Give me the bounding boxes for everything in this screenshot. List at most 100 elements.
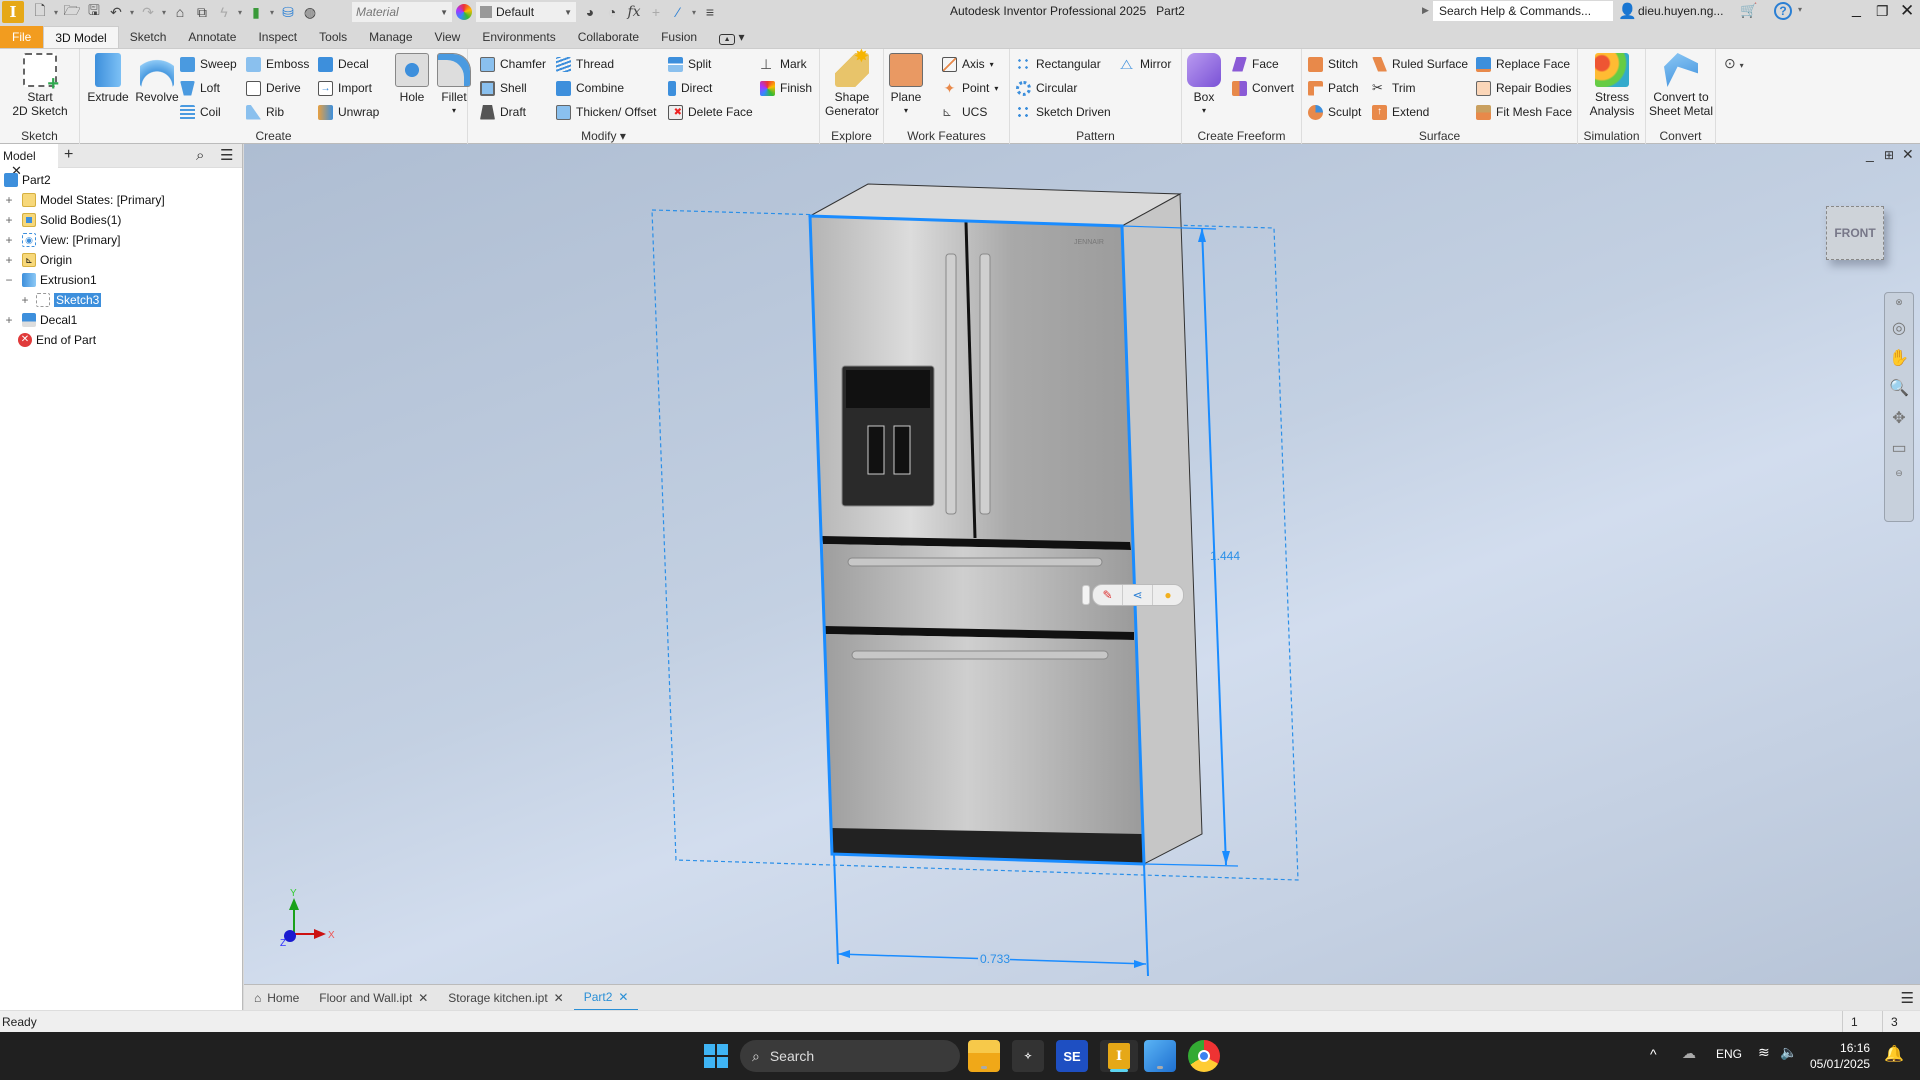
expand-icon[interactable]: +	[20, 293, 30, 307]
tab-tools[interactable]: Tools	[308, 26, 358, 48]
language-indicator[interactable]: ENG	[1716, 1047, 1742, 1061]
material-sphere-icon[interactable]: ◍	[300, 2, 320, 22]
ilogic-icon[interactable]: ⛁	[278, 2, 298, 22]
expand-icon[interactable]: +	[4, 253, 14, 267]
box-button[interactable]: Box ▾	[1186, 53, 1222, 118]
convert-sheet-metal-button[interactable]: Convert to Sheet Metal	[1648, 53, 1714, 118]
add-browser-tab-icon[interactable]: +	[64, 146, 73, 164]
rectangular-pattern-button[interactable]: Rectangular	[1016, 55, 1101, 73]
redo-icon[interactable]: ↷	[138, 2, 158, 22]
tab-collaborate[interactable]: Collaborate	[567, 26, 650, 48]
wifi-icon[interactable]: ≋	[1758, 1044, 1770, 1061]
help-dropdown-icon[interactable]: ▾	[1798, 5, 1802, 14]
finish-button[interactable]: Finish	[760, 79, 812, 97]
rib-button[interactable]: Rib	[246, 103, 284, 121]
tab-manage[interactable]: Manage	[358, 26, 423, 48]
loft-button[interactable]: Loft	[180, 79, 220, 97]
freeform-face-button[interactable]: Face	[1232, 55, 1279, 73]
edit-sketch-icon[interactable]: ✎	[1093, 585, 1123, 605]
tree-item-decal1[interactable]: + Decal1	[4, 310, 77, 330]
chrome-icon[interactable]	[1188, 1040, 1220, 1072]
sweep-button[interactable]: Sweep	[180, 55, 237, 73]
solid-edge-icon[interactable]: SE	[1056, 1040, 1088, 1072]
circular-pattern-button[interactable]: Circular	[1016, 79, 1077, 97]
plus-icon[interactable]: +	[646, 2, 666, 22]
file-explorer-icon[interactable]	[968, 1040, 1000, 1072]
tree-item-extrusion1[interactable]: − Extrusion1	[4, 270, 97, 290]
repair-bodies-button[interactable]: Repair Bodies	[1476, 79, 1571, 97]
viewport-tile-icon[interactable]: ⊞	[1884, 148, 1894, 162]
split-button[interactable]: Split	[668, 55, 711, 73]
expand-icon[interactable]: +	[4, 233, 14, 247]
freeform-convert-button[interactable]: Convert	[1232, 79, 1294, 97]
close-icon[interactable]: ✕	[418, 991, 428, 1005]
system-clock[interactable]: 16:16 05/01/2025	[1810, 1040, 1870, 1072]
adjust-appearance-icon[interactable]: ◕	[580, 2, 600, 22]
tree-item-model-states[interactable]: + Model States: [Primary]	[4, 190, 165, 210]
decal-button[interactable]: Decal	[318, 55, 369, 73]
doc-tab-floor-and-wall[interactable]: Floor and Wall.ipt ✕	[309, 985, 438, 1011]
view-cube[interactable]: FRONT	[1826, 206, 1884, 260]
point-button[interactable]: ✦ Point ▾	[942, 79, 999, 97]
photos-icon[interactable]	[1144, 1040, 1176, 1072]
restore-icon[interactable]: ❐	[1876, 3, 1889, 20]
redo-dropdown-icon[interactable]: ▾	[160, 8, 168, 17]
revolve-button[interactable]: Revolve	[130, 53, 184, 104]
extrude-button[interactable]: Extrude	[84, 53, 132, 104]
help-icon[interactable]: ?	[1774, 2, 1792, 20]
replace-face-button[interactable]: Replace Face	[1476, 55, 1570, 73]
mark-button[interactable]: ⊥ Mark	[760, 55, 807, 73]
navbar-options-icon[interactable]: ⊖	[1895, 468, 1903, 479]
fillet-dropdown-icon[interactable]: ▾	[452, 104, 456, 118]
inventor-taskbar-icon[interactable]: I	[1100, 1040, 1138, 1072]
ruled-surface-button[interactable]: Ruled Surface	[1372, 55, 1468, 73]
measure-line-icon[interactable]: ⁄	[668, 2, 688, 22]
tab-sketch[interactable]: Sketch	[119, 26, 178, 48]
close-icon[interactable]: ✕	[554, 991, 564, 1005]
direct-button[interactable]: Direct	[668, 79, 712, 97]
sketch-visibility-icon[interactable]: ●	[1153, 585, 1183, 605]
tab-menu-icon[interactable]: ☰	[1901, 989, 1914, 1007]
viewport-minimize-icon[interactable]: _	[1866, 146, 1874, 162]
modify-menu-button[interactable]: Modify ▾	[388, 129, 819, 143]
look-at-icon[interactable]: ▭	[1891, 438, 1906, 458]
ribbon-options-button[interactable]: ⊙ ▾	[1724, 55, 1744, 72]
start-button[interactable]	[700, 1040, 732, 1072]
derive-button[interactable]: Derive	[246, 79, 301, 97]
tree-item-part2[interactable]: Part2	[4, 170, 51, 190]
viewport-close-icon[interactable]: ✕	[1902, 146, 1914, 163]
expand-icon[interactable]: +	[4, 313, 14, 327]
new-file-icon[interactable]: 🗋	[30, 2, 50, 22]
save-icon[interactable]: 🖫	[84, 2, 104, 22]
undo-dropdown-icon[interactable]: ▾	[128, 8, 136, 17]
tab-inspect[interactable]: Inspect	[247, 26, 308, 48]
tab-file[interactable]: File	[0, 26, 44, 48]
new-dropdown-icon[interactable]: ▾	[52, 8, 60, 17]
sculpt-button[interactable]: Sculpt	[1308, 103, 1361, 121]
doc-tab-home[interactable]: ⌂ Home	[244, 985, 309, 1011]
show-hidden-icons[interactable]: ^	[1650, 1046, 1657, 1062]
point-dropdown-icon[interactable]: ▾	[994, 84, 998, 93]
help-search-input[interactable]: Search Help & Commands...	[1433, 1, 1613, 21]
expand-icon[interactable]: +	[4, 193, 14, 207]
plane-dropdown-icon[interactable]: ▾	[904, 104, 908, 118]
shape-generator-button[interactable]: ✸ Shape Generator	[822, 47, 882, 118]
select-dropdown-icon[interactable]: ▾	[268, 8, 276, 17]
chamfer-button[interactable]: Chamfer	[480, 55, 546, 73]
import-button[interactable]: → Import	[318, 79, 372, 97]
mirror-button[interactable]: ⧍ Mirror	[1120, 55, 1171, 73]
extend-button[interactable]: ↑ Extend	[1372, 103, 1429, 121]
measure-dropdown-icon[interactable]: ▾	[690, 8, 698, 17]
tab-view[interactable]: View	[424, 26, 472, 48]
trim-button[interactable]: ✂ Trim	[1372, 79, 1416, 97]
project-icon[interactable]: ⧉	[192, 2, 212, 22]
height-dimension-value[interactable]: 1.444	[1210, 549, 1240, 563]
appearance-dropdown[interactable]: Default ▼	[476, 2, 576, 22]
ucs-button[interactable]: ⊾ UCS	[942, 103, 987, 121]
notification-bell-icon[interactable]: 🔔	[1884, 1044, 1904, 1064]
thread-button[interactable]: Thread	[556, 55, 614, 73]
box-dropdown-icon[interactable]: ▾	[1202, 104, 1206, 118]
open-folder-icon[interactable]: 🗁	[62, 2, 82, 22]
fit-mesh-face-button[interactable]: Fit Mesh Face	[1476, 103, 1572, 121]
onedrive-icon[interactable]: ☁	[1682, 1045, 1696, 1062]
